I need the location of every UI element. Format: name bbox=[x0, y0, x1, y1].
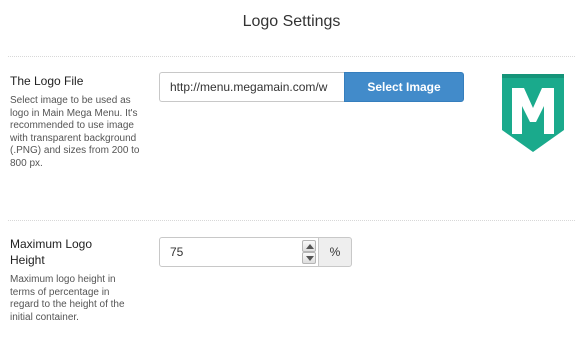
divider-middle bbox=[8, 220, 575, 221]
logo-file-label: The Logo File bbox=[10, 74, 84, 88]
max-height-label: Maximum Logo Height bbox=[10, 237, 93, 267]
logo-url-input[interactable]: http://menu.megamain.com/w bbox=[159, 72, 345, 102]
divider-top bbox=[8, 56, 575, 57]
caret-up-icon bbox=[306, 244, 314, 249]
decrement-button[interactable] bbox=[302, 252, 316, 264]
select-image-button[interactable]: Select Image bbox=[344, 72, 464, 102]
max-height-value[interactable]: 75 bbox=[170, 238, 183, 266]
caret-down-icon bbox=[306, 256, 314, 261]
logo-file-description: Select image to be used as logo in Main … bbox=[10, 95, 140, 169]
max-height-stepper[interactable]: 75 bbox=[159, 237, 319, 267]
megamain-logo-preview bbox=[500, 74, 566, 152]
increment-button[interactable] bbox=[302, 240, 316, 252]
percent-unit-addon: % bbox=[318, 237, 352, 267]
page-title: Logo Settings bbox=[242, 13, 341, 30]
max-height-description: Maximum logo height in terms of percenta… bbox=[10, 274, 125, 323]
megamain-m-logo-icon bbox=[502, 74, 564, 152]
